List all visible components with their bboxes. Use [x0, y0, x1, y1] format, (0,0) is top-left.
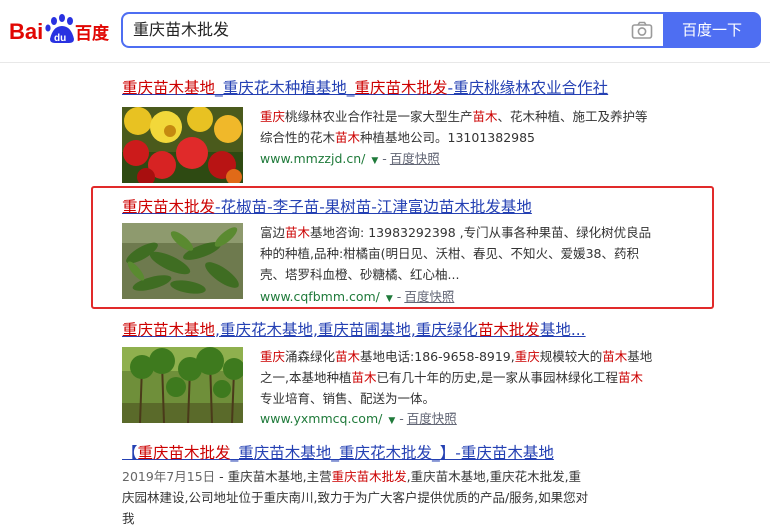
keyword-highlight: 苗木 [472, 109, 498, 124]
search-result-2: 重庆苗木批发-花椒苗-李子苗-果树苗-江津富边苗木批发基地 [122, 197, 532, 217]
text-segment: -花椒苗-李子苗-果树苗-江津富边苗木批发基地 [215, 198, 532, 216]
dropdown-arrow-icon[interactable]: ▼ [388, 416, 395, 426]
result-url-text[interactable]: www.mmzzjd.cn/ [260, 151, 365, 166]
keyword-highlight: 苗木批发 [477, 321, 540, 339]
text-segment: 【 [122, 444, 138, 462]
result-description-1: 重庆桃缘林农业合作社是一家大型生产苗木、花木种植、施工及养护等综合性的花木苗木种… [260, 106, 655, 148]
keyword-highlight: 重庆 [260, 349, 286, 364]
keyword-highlight: 重庆苗木批发 [354, 79, 448, 97]
keyword-highlight: 重庆苗木基地 [122, 79, 216, 97]
result-description-2: 富边苗木基地咨询: 13983292398 ,专门从事各种果苗、绿化树优良品种的… [260, 222, 655, 285]
search-result-4: 【重庆苗木批发_重庆苗木基地_重庆花木批发_】-重庆苗木基地 [122, 443, 554, 463]
keyword-highlight: 重庆 [514, 349, 540, 364]
result-date: 2019年7月15日 [122, 469, 216, 484]
result-url-3[interactable]: www.yxmmcq.com/ ▼ - 百度快照 [260, 408, 457, 427]
separator-dash: - [399, 411, 404, 426]
search-button[interactable]: 百度一下 [663, 12, 761, 48]
result-title-1[interactable]: 重庆苗木基地_重庆花木种植基地_重庆苗木批发-重庆桃缘林农业合作社 [122, 78, 608, 98]
keyword-highlight: 重庆 [260, 109, 286, 124]
text-segment: 基地电话:186-9658-8919, [360, 349, 515, 364]
result-url-1[interactable]: www.mmzzjd.cn/ ▼ - 百度快照 [260, 148, 440, 167]
header-bar: Bai du 百度 百度一下 [0, 0, 770, 63]
svg-text:Bai: Bai [9, 19, 43, 44]
result-description-3: 重庆涌森绿化苗木基地电话:186-9658-8919,重庆规模较大的苗木基地之一… [260, 346, 655, 409]
keyword-highlight: 苗木 [351, 370, 377, 385]
svg-text:百度: 百度 [75, 23, 110, 44]
dropdown-arrow-icon[interactable]: ▼ [371, 156, 378, 166]
svg-text:du: du [54, 33, 66, 44]
text-segment: - 重庆苗木基地,主营 [215, 469, 332, 484]
keyword-highlight: 重庆苗木基地 [122, 321, 216, 339]
text-segment: _重庆花木种植基地_ [215, 79, 355, 97]
text-segment: -重庆桃缘林农业合作社 [447, 79, 609, 97]
keyword-highlight: 苗木 [602, 349, 628, 364]
separator-dash: - [382, 151, 387, 166]
separator-dash: - [396, 289, 402, 304]
text-segment: 种植基地公司。13101382985 [360, 130, 536, 145]
search-box[interactable] [121, 12, 663, 48]
snapshot-link[interactable]: 百度快照 [407, 411, 457, 426]
result-url-text[interactable]: www.cqfbmm.com/ [260, 289, 380, 304]
search-input[interactable] [123, 14, 613, 46]
result-title-2[interactable]: 重庆苗木批发-花椒苗-李子苗-果树苗-江津富边苗木批发基地 [122, 197, 532, 217]
result-thumbnail-saplings[interactable] [122, 347, 243, 423]
result-url-text[interactable]: www.yxmmcq.com/ [260, 411, 382, 426]
text-segment: ,重庆花木基地,重庆苗圃基地,重庆绿化 [215, 321, 478, 339]
text-segment: _重庆苗木基地_重庆花木批发_】-重庆苗木基地 [230, 444, 554, 462]
keyword-highlight: 苗木 [335, 130, 361, 145]
text-segment: 基地咨询: 13983292398 ,专门从事各种果苗、绿化树优良品种的种植,品… [260, 225, 652, 282]
snapshot-link[interactable]: 百度快照 [390, 151, 440, 166]
search-result-1: 重庆苗木基地_重庆花木种植基地_重庆苗木批发-重庆桃缘林农业合作社 [122, 78, 608, 98]
keyword-highlight: 重庆苗木批发 [331, 469, 407, 484]
dropdown-arrow-icon[interactable]: ▼ [386, 294, 393, 304]
text-segment: 基地... [539, 321, 586, 339]
keyword-highlight: 苗木 [335, 349, 361, 364]
keyword-highlight: 重庆苗木批发 [122, 198, 216, 216]
keyword-highlight: 苗木 [617, 370, 643, 385]
text-segment: 专业培育、销售、配送为一体。 [260, 391, 436, 406]
snapshot-link[interactable]: 百度快照 [404, 289, 454, 304]
baidu-logo[interactable]: Bai du 百度 [9, 10, 113, 50]
result-url-2[interactable]: www.cqfbmm.com/ ▼ - 百度快照 [260, 286, 454, 305]
text-segment: 规模较大的 [539, 349, 603, 364]
keyword-highlight: 苗木 [285, 225, 311, 240]
text-segment: 已有几十年的历史,是一家从事园林绿化工程 [376, 370, 618, 385]
result-thumbnail-flowers[interactable] [122, 107, 243, 183]
result-thumbnail-leaves[interactable] [122, 223, 243, 299]
search-result-3: 重庆苗木基地,重庆花木基地,重庆苗圃基地,重庆绿化苗木批发基地... [122, 320, 586, 340]
text-segment: 涌森绿化 [285, 349, 336, 364]
text-segment: 富边 [260, 225, 286, 240]
keyword-highlight: 重庆苗木批发 [137, 444, 231, 462]
camera-icon[interactable] [631, 20, 653, 40]
result-title-3[interactable]: 重庆苗木基地,重庆花木基地,重庆苗圃基地,重庆绿化苗木批发基地... [122, 320, 586, 340]
text-segment: 桃缘林农业合作社是一家大型生产 [285, 109, 473, 124]
result-title-4[interactable]: 【重庆苗木批发_重庆苗木基地_重庆花木批发_】-重庆苗木基地 [122, 443, 554, 463]
